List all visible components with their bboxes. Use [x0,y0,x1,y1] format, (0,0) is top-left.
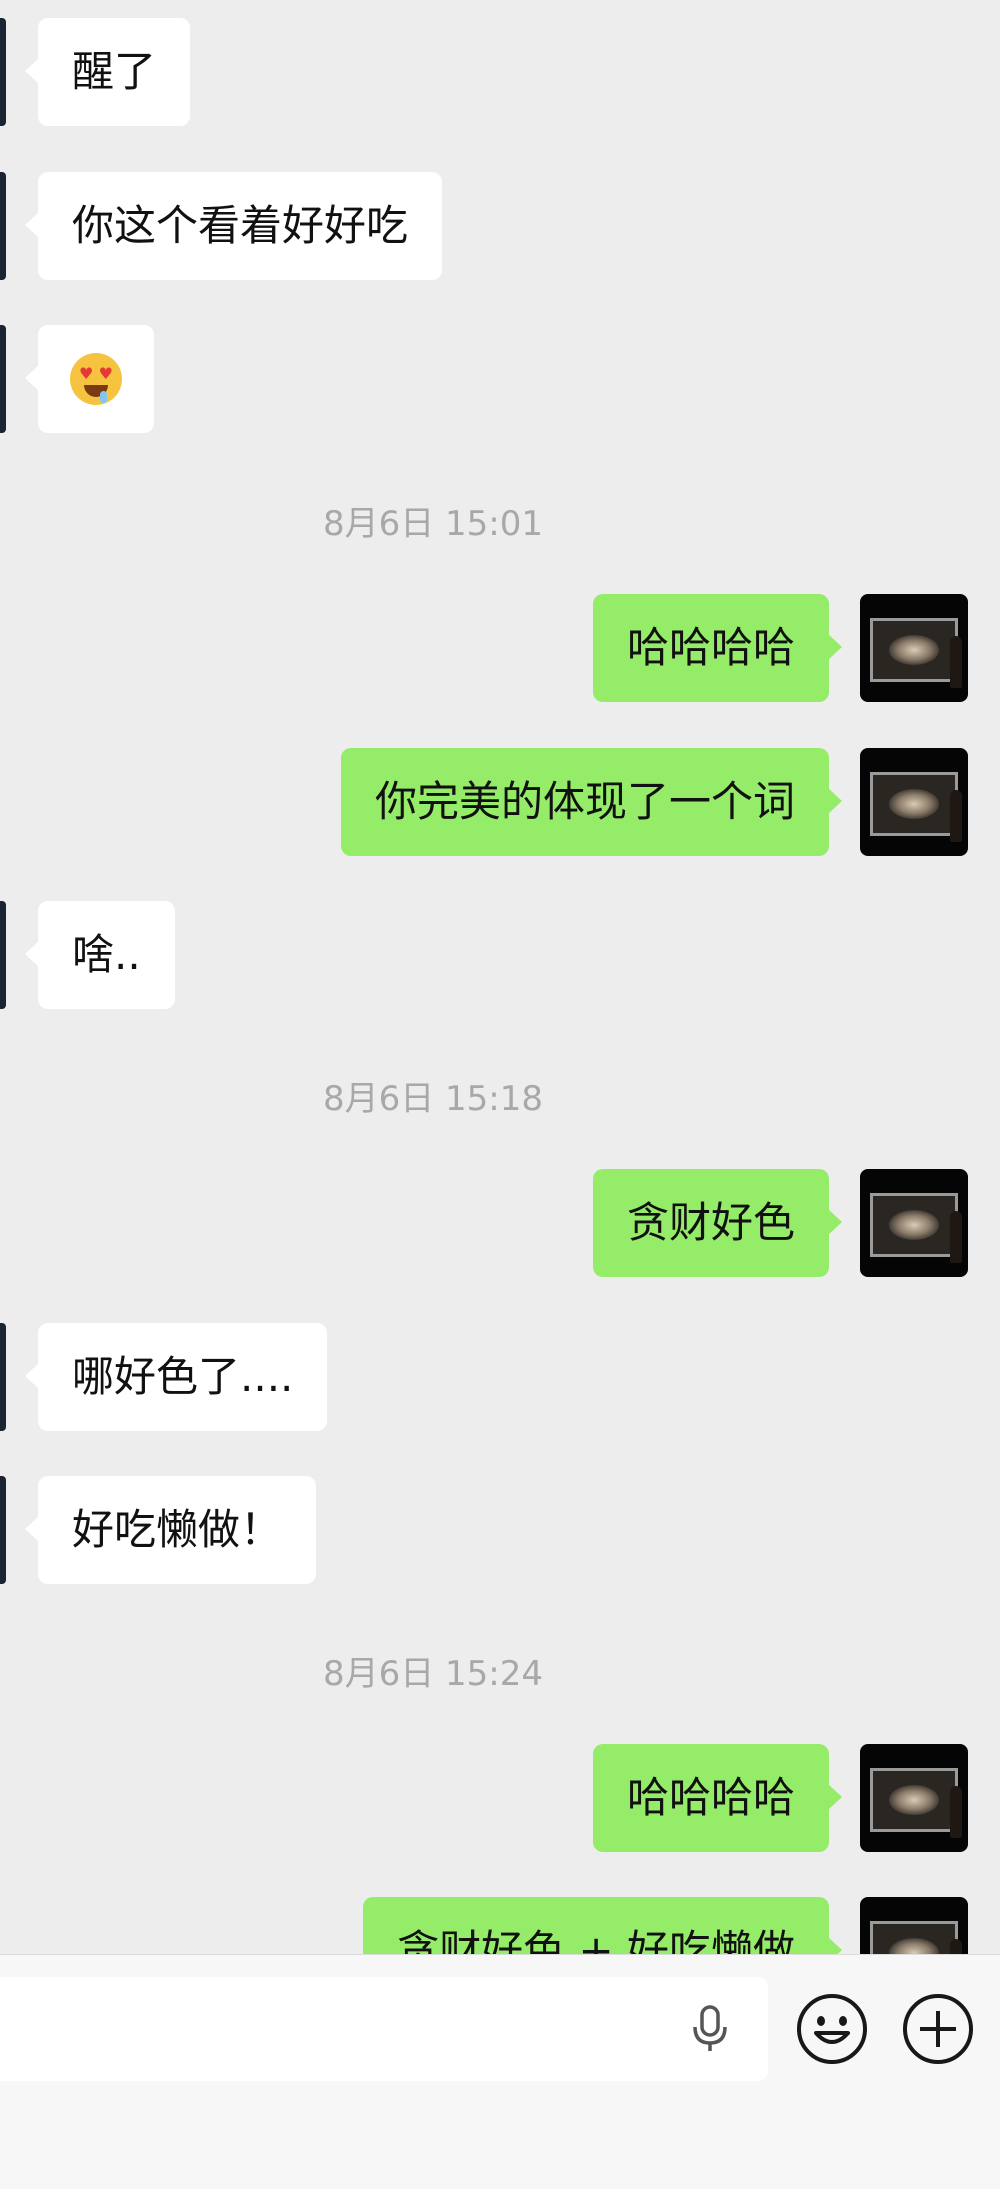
contact-avatar[interactable] [0,18,6,126]
emoji-icon[interactable] [796,1993,868,2065]
message-bubble[interactable]: 好吃懒做！ [24,1476,317,1584]
user-avatar[interactable] [860,594,968,702]
contact-avatar[interactable] [0,172,6,280]
heart-eyes-drooling-emoji-icon: ♥ ♥ [70,352,122,405]
contact-avatar[interactable] [0,1323,6,1431]
message-input[interactable] [0,1977,768,2081]
message-bubble[interactable]: 你完美的体现了一个词 [340,748,843,856]
message-incoming: 好吃懒做！ [0,1476,1000,1584]
message-timestamp: 8月6日 15:01 [322,504,544,544]
message-incoming: ♥ ♥ [0,325,1000,433]
message-outgoing: 哈哈哈哈 [0,594,1000,702]
microphone-icon[interactable] [690,2005,730,2053]
message-bubble[interactable]: ♥ ♥ [25,325,154,433]
message-bubble[interactable]: 啥.. [25,901,175,1009]
contact-avatar[interactable] [0,901,6,1009]
message-incoming: 啥.. [0,901,1000,1009]
user-avatar[interactable] [860,748,968,856]
user-avatar[interactable] [860,1744,968,1852]
message-incoming: 你这个看着好好吃 [0,172,1000,280]
chat-input-bar [0,1954,1000,2189]
message-timestamp: 8月6日 15:24 [322,1654,544,1694]
user-avatar[interactable] [860,1169,968,1277]
message-outgoing: 你完美的体现了一个词 [0,748,1000,856]
message-timestamp: 8月6日 15:18 [322,1079,544,1119]
message-incoming: 醒了 [0,18,1000,126]
message-bubble[interactable]: 哈哈哈哈 [592,594,843,702]
contact-avatar[interactable] [0,1476,6,1584]
message-bubble[interactable]: 你这个看着好好吃 [24,172,443,280]
message-outgoing: 贪财好色 + 好吃懒做 [0,1897,1000,1954]
message-bubble[interactable]: 贪财好色 [592,1169,843,1277]
plus-icon[interactable] [902,1993,974,2065]
contact-avatar[interactable] [0,325,6,433]
user-avatar[interactable] [860,1897,968,1954]
message-bubble[interactable]: 哈哈哈哈 [592,1744,843,1852]
message-outgoing: 贪财好色 [0,1169,1000,1277]
message-bubble[interactable]: 贪财好色 + 好吃懒做 [363,1897,842,1954]
message-incoming: 哪好色了.... [0,1323,1000,1431]
message-outgoing: 哈哈哈哈 [0,1744,1000,1852]
message-bubble[interactable]: 哪好色了.... [24,1323,328,1431]
chat-messages-area[interactable]: 醒了 你这个看着好好吃 ♥ ♥ 8月6日 15:01 哈哈哈哈 你完美的体现了一个… [0,0,1000,1954]
message-bubble[interactable]: 醒了 [24,18,191,126]
